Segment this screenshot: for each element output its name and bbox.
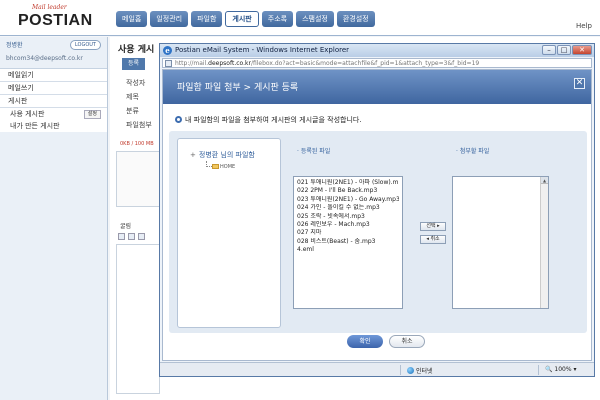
attachment-capacity: 0KB / 100 MB [120,141,154,147]
help-link[interactable]: Help [576,22,592,30]
nav-board[interactable]: 게시판 [225,11,259,27]
address-url: http://mail.deepsoft.co.kr/filebox.do?ac… [175,60,479,67]
nav-addressbook[interactable]: 주소록 [261,11,294,27]
sidebar-sub-label: 사용 게시판 [10,110,45,118]
ie-logo-icon: e [163,46,172,55]
tree-home-label: HOME [220,164,236,170]
page-icon [165,60,172,67]
label-subject: 제목 [126,93,139,101]
user-box: 정병환 LOGOUT bhcom34@deepsoft.co.kr [0,37,107,69]
status-divider [538,365,539,375]
nav-preferences[interactable]: 환경설정 [336,11,375,27]
postian-logo[interactable]: Mail leader POSTIAN [12,4,102,34]
tree-expand-icon[interactable]: + [190,151,196,159]
folder-icon [212,164,219,169]
list-item[interactable]: 021 투애니원(2NE1) - 아파 (Slow).mp3 [297,179,399,187]
list-item[interactable]: 025 조락 - 빗속에서.mp3 [297,213,399,221]
nav-mail-home[interactable]: 메일홈 [116,11,148,27]
scroll-up-icon[interactable]: ▲ [541,177,548,184]
zone-label: 인터넷 [416,368,433,375]
attached-files-list[interactable]: ▲ [452,176,549,309]
label-author: 작성자 [126,79,146,87]
status-divider [400,365,401,375]
editor-area[interactable] [116,244,160,394]
popup-page: 파일함 파일 첨부 > 게시판 등록 ✕ 내 파일함의 파일을 첨부하여 게시판… [162,69,592,361]
editor-font-select[interactable]: 굴림 [120,221,131,230]
status-bar: 인터넷 🔍 100% ▾ [160,362,594,376]
sidebar-item-board[interactable]: 게시판 [0,95,107,108]
label-attachment: 파일첨부 [126,121,152,129]
list-item[interactable]: 022 2PM - I'll Be Back.mp3 [297,187,399,195]
attached-files-title: · 첨부할 파일 [456,148,490,155]
window-titlebar[interactable]: e Postian eMail System - Windows Interne… [160,44,594,57]
list-item[interactable]: 028 비스트(Beast) - 숨.mp3 [297,238,399,246]
editor-tool-icon[interactable] [138,233,145,240]
zoom-level[interactable]: 🔍 100% ▾ [545,366,576,373]
list-item[interactable]: 023 투애니원(2NE1) - Go Away.mp3 [297,196,399,204]
list-item[interactable]: 027 지마 [297,229,399,237]
sidebar-item-write-mail[interactable]: 메일쓰기 [0,82,107,95]
tree-item-home[interactable]: HOME [212,164,235,170]
sidebar-item-read-mail[interactable]: 메일읽기 [0,69,107,82]
registered-files-title: · 등록된 파일 [297,148,331,155]
nav-spam-settings[interactable]: 스팸설정 [296,11,334,27]
info-text: 내 파일함의 파일을 첨부하여 게시판의 게시글을 작성합니다. [175,115,362,125]
tree-user-root[interactable]: + 정병환 님의 파일함 [190,150,255,160]
board-setting-button[interactable]: 설정 [83,110,101,119]
folder-tree: + 정병환 님의 파일함 HOME [177,138,281,328]
window-close-button[interactable]: ✕ [572,45,592,55]
security-zone[interactable]: 인터넷 [407,366,433,375]
nav-schedule[interactable]: 일정관리 [150,11,189,27]
editor-tool-icon[interactable] [118,233,125,240]
attachment-box [116,151,160,207]
logout-button[interactable]: LOGOUT [69,40,101,50]
page-title: 사용 게시 [118,45,155,55]
tab-register[interactable]: 등록 [122,58,146,70]
list-item[interactable]: 4.eml [297,246,399,254]
user-email: bhcom34@deepsoft.co.kr [6,55,83,62]
window-title: Postian eMail System - Windows Internet … [175,46,350,54]
ie-popup-window: e Postian eMail System - Windows Interne… [159,43,595,377]
zoom-icon: 🔍 [545,366,553,373]
globe-icon [407,367,414,374]
info-message: 내 파일함의 파일을 첨부하여 게시판의 게시글을 작성합니다. [185,116,362,124]
maximize-button[interactable]: □ [557,45,571,55]
url-prefix: http://mail. [175,60,209,67]
top-header: Mail leader POSTIAN 메일홈 일정관리 파일함 게시판 주소록… [0,0,600,36]
select-file-button[interactable]: 선택 ▸ [420,222,446,231]
scrollbar[interactable]: ▲ [540,177,548,308]
confirm-button[interactable]: 확인 [347,335,383,348]
logo-name: POSTIAN [18,12,93,29]
logo-tagline: Mail leader [32,4,67,11]
label-category: 분류 [126,107,139,115]
minimize-button[interactable]: – [542,45,556,55]
dialog-close-button[interactable]: ✕ [574,78,585,89]
url-path: /filebox.do?act=basic&mode=attachfile&f_… [250,60,480,67]
dialog-header: 파일함 파일 첨부 > 게시판 등록 ✕ [163,70,591,104]
nav-filebox[interactable]: 파일함 [191,11,223,27]
address-bar[interactable]: http://mail.deepsoft.co.kr/filebox.do?ac… [162,58,592,68]
dialog-title: 파일함 파일 첨부 > 게시판 등록 [177,83,299,93]
list-item[interactable]: 024 가인 - 돌이킬 수 없는.mp3 [297,204,399,212]
zoom-value: 100% [554,366,572,373]
remove-file-button[interactable]: ◂ 취소 [420,235,446,244]
sidebar-sub-used-boards[interactable]: 사용 게시판 설정 [0,108,107,120]
main-nav: 메일홈 일정관리 파일함 게시판 주소록 스팸설정 환경설정 [116,11,375,27]
sidebar: 정병환 LOGOUT bhcom34@deepsoft.co.kr 메일읽기 메… [0,37,108,400]
editor-tool-icon[interactable] [128,233,135,240]
url-host: deepsoft.co.kr [208,60,251,67]
tree-user-label: 정병환 님의 파일함 [198,151,255,159]
editor-toolbar [118,233,158,241]
cancel-button[interactable]: 취소 [389,335,425,348]
sidebar-sub-my-boards[interactable]: 내가 만든 게시판 [0,120,107,132]
registered-files-list[interactable]: 021 투애니원(2NE1) - 아파 (Slow).mp3 022 2PM -… [293,176,403,309]
window-controls: – □ ✕ [542,45,592,55]
info-bullet-icon [175,116,182,123]
list-item[interactable]: 026 레인보우 - Mach.mp3 [297,221,399,229]
